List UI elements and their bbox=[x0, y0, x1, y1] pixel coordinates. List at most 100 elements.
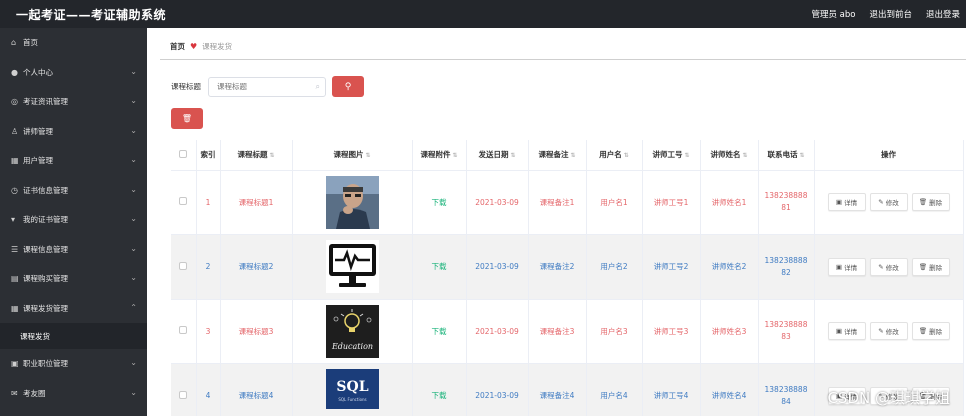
header-lecturer-no[interactable]: 讲师工号 ⇅ bbox=[642, 140, 701, 171]
sidebar-item-lecturer[interactable]: ♙ 讲师管理 ⌄ bbox=[0, 117, 147, 147]
sidebar-item-news[interactable]: ◎ 考证资讯管理 ⌄ bbox=[0, 87, 147, 117]
sidebar-item-my-certificates[interactable]: ▾ 我的证书管理 ⌄ bbox=[0, 205, 147, 235]
chevron-down-icon: ⌄ bbox=[130, 387, 137, 397]
select-all-checkbox-cell bbox=[171, 140, 197, 171]
cell-lecturer-no: 讲师工号4 bbox=[642, 363, 701, 416]
edit-icon: ✎ bbox=[878, 327, 884, 336]
cell-index: 2 bbox=[196, 234, 221, 300]
cell-image: Education bbox=[292, 299, 413, 364]
cell-remark: 课程备注1 bbox=[528, 170, 587, 235]
sidebar-item-home[interactable]: ⌂ 首页 bbox=[0, 28, 147, 58]
detail-button[interactable]: ▣ 详情 bbox=[827, 193, 866, 212]
header-username[interactable]: 用户名 ⇅ bbox=[586, 140, 643, 171]
sidebar-item-users[interactable]: ▦ 用户管理 ⌄ bbox=[0, 146, 147, 176]
logout-link[interactable]: 退出登录 bbox=[926, 8, 960, 20]
header-remark[interactable]: 课程备注 ⇅ bbox=[528, 140, 587, 171]
cell-attachment-download[interactable]: 下载 bbox=[412, 170, 467, 235]
search-input[interactable] bbox=[209, 77, 309, 96]
edit-button[interactable]: ✎ 修改 bbox=[869, 257, 908, 276]
news-icon: ◎ bbox=[11, 97, 18, 107]
sort-icon[interactable]: ⇅ bbox=[269, 152, 274, 159]
cell-lecturer-name: 讲师姓名4 bbox=[700, 363, 759, 416]
sidebar-item-certificates[interactable]: ◷ 证书信息管理 ⌄ bbox=[0, 176, 147, 206]
lecturer-icon: ♙ bbox=[11, 126, 19, 136]
course-shipping-table: 索引 课程标题 ⇅ 课程图片 ⇅ 课程附件 ⇅ 发送日期 ⇅ 课程备注 ⇅ 用户名 ⇅ 讲师… bbox=[171, 140, 964, 416]
sidebar-item-course-purchase[interactable]: ▤ 课程购买管理 ⌄ bbox=[0, 264, 147, 294]
cell-attachment-download[interactable]: 下载 bbox=[412, 299, 467, 364]
header-title[interactable]: 课程标题 ⇅ bbox=[220, 140, 293, 171]
header-lecturer-name[interactable]: 讲师姓名 ⇅ bbox=[700, 140, 759, 171]
header-phone[interactable]: 联系电话 ⇅ bbox=[758, 140, 815, 171]
cell-title: 课程标题3 bbox=[220, 299, 293, 364]
users-icon: ▦ bbox=[11, 156, 19, 166]
edit-button[interactable]: ✎ 修改 bbox=[869, 193, 908, 212]
search-input-wrapper: ⌕ bbox=[208, 76, 326, 97]
sort-icon[interactable]: ⇅ bbox=[365, 152, 370, 159]
cell-lecturer-no: 讲师工号1 bbox=[642, 170, 701, 235]
sort-icon[interactable]: ⇅ bbox=[624, 152, 629, 159]
home-icon: ⌂ bbox=[11, 38, 17, 48]
row-checkbox[interactable] bbox=[179, 390, 188, 399]
edit-button[interactable]: ✎ 修改 bbox=[869, 322, 908, 341]
sort-icon[interactable]: ⇅ bbox=[684, 152, 689, 159]
sidebar-item-community[interactable]: ✉ 考友圈 ⌄ bbox=[0, 379, 147, 409]
back-to-front-link[interactable]: 退出到前台 bbox=[869, 8, 912, 20]
delete-button[interactable]: 🗑 删除 bbox=[911, 322, 950, 341]
sort-icon[interactable]: ⇅ bbox=[742, 152, 747, 159]
header-index: 索引 bbox=[196, 140, 221, 171]
cell-lecturer-name: 讲师姓名2 bbox=[700, 234, 759, 300]
sidebar-item-personal-center[interactable]: ● 个人中心 ⌄ bbox=[0, 58, 147, 88]
cell-lecturer-no: 讲师工号2 bbox=[642, 234, 701, 300]
batch-delete-button[interactable]: 🗑 bbox=[171, 108, 203, 129]
sidebar-item-label: 证书信息管理 bbox=[23, 185, 68, 195]
sidebar-item-course-shipping[interactable]: ▦ 课程发货管理 ⌃ bbox=[0, 294, 147, 324]
app-title: 一起考证——考证辅助系统 bbox=[16, 8, 167, 22]
sidebar-item-label: 课程发货管理 bbox=[23, 303, 68, 313]
detail-button[interactable]: ▣ 详情 bbox=[827, 322, 866, 341]
row-checkbox[interactable] bbox=[179, 326, 188, 335]
chevron-down-icon: ⌄ bbox=[130, 273, 137, 282]
table-row: 1 课程标题1 下载 2021-03-09 课程备注1 用户名1 讲师工号1 讲… bbox=[171, 170, 964, 235]
cell-phone: 13823888882 bbox=[758, 234, 815, 300]
cell-username: 用户名2 bbox=[586, 234, 643, 300]
watermark: CSDN @琪琪学姐 bbox=[827, 389, 950, 407]
delete-button[interactable]: 🗑 删除 bbox=[911, 257, 950, 276]
sort-icon[interactable]: ⇅ bbox=[799, 152, 804, 159]
sidebar-item-label: 考证资讯管理 bbox=[23, 97, 68, 107]
row-checkbox[interactable] bbox=[179, 261, 188, 270]
header-attachment[interactable]: 课程附件 ⇅ bbox=[412, 140, 467, 171]
cell-image bbox=[292, 170, 413, 235]
sidebar-subitem-course-shipping[interactable]: 课程发货 bbox=[0, 323, 147, 349]
cart-icon: ▤ bbox=[11, 274, 19, 284]
sql-subtitle-text: SQL Functions bbox=[338, 397, 366, 402]
sort-icon[interactable]: ⇅ bbox=[510, 152, 515, 159]
breadcrumb-divider bbox=[160, 59, 966, 60]
header-date[interactable]: 发送日期 ⇅ bbox=[466, 140, 529, 171]
sort-icon[interactable]: ⇅ bbox=[570, 152, 575, 159]
cell-title: 课程标题4 bbox=[220, 363, 293, 416]
cell-lecturer-name: 讲师姓名3 bbox=[700, 299, 759, 364]
trash-icon: 🗑 bbox=[181, 114, 193, 123]
detail-icon: ▣ bbox=[835, 198, 843, 207]
delete-button[interactable]: 🗑 删除 bbox=[911, 193, 950, 212]
chevron-down-icon: ⌄ bbox=[130, 358, 137, 367]
cell-attachment-download[interactable]: 下载 bbox=[412, 363, 467, 416]
select-all-checkbox[interactable] bbox=[179, 149, 188, 158]
breadcrumb-home[interactable]: 首页 bbox=[170, 41, 185, 52]
sidebar-item-courses[interactable]: ☰ 课程信息管理 ⌄ bbox=[0, 235, 147, 265]
header-image[interactable]: 课程图片 ⇅ bbox=[292, 140, 413, 171]
search-button[interactable]: ⚲ bbox=[332, 76, 364, 97]
cell-username: 用户名4 bbox=[586, 363, 643, 416]
row-checkbox-cell bbox=[171, 299, 197, 364]
cell-attachment-download[interactable]: 下载 bbox=[412, 234, 467, 300]
chevron-down-icon: ⌄ bbox=[130, 66, 137, 76]
sort-icon[interactable]: ⇅ bbox=[452, 152, 457, 159]
heart-icon: ♥ bbox=[190, 42, 198, 51]
row-checkbox-cell bbox=[171, 363, 197, 416]
search-bar: 课程标题 ⌕ ⚲ bbox=[171, 76, 364, 97]
cell-actions: ▣ 详情 ✎ 修改 🗑 删除 bbox=[814, 299, 964, 364]
sidebar-item-jobs[interactable]: ▣ 职业职位管理 ⌄ bbox=[0, 349, 147, 379]
edit-icon: ✎ bbox=[878, 198, 884, 207]
detail-button[interactable]: ▣ 详情 bbox=[827, 257, 866, 276]
row-checkbox[interactable] bbox=[179, 197, 188, 206]
